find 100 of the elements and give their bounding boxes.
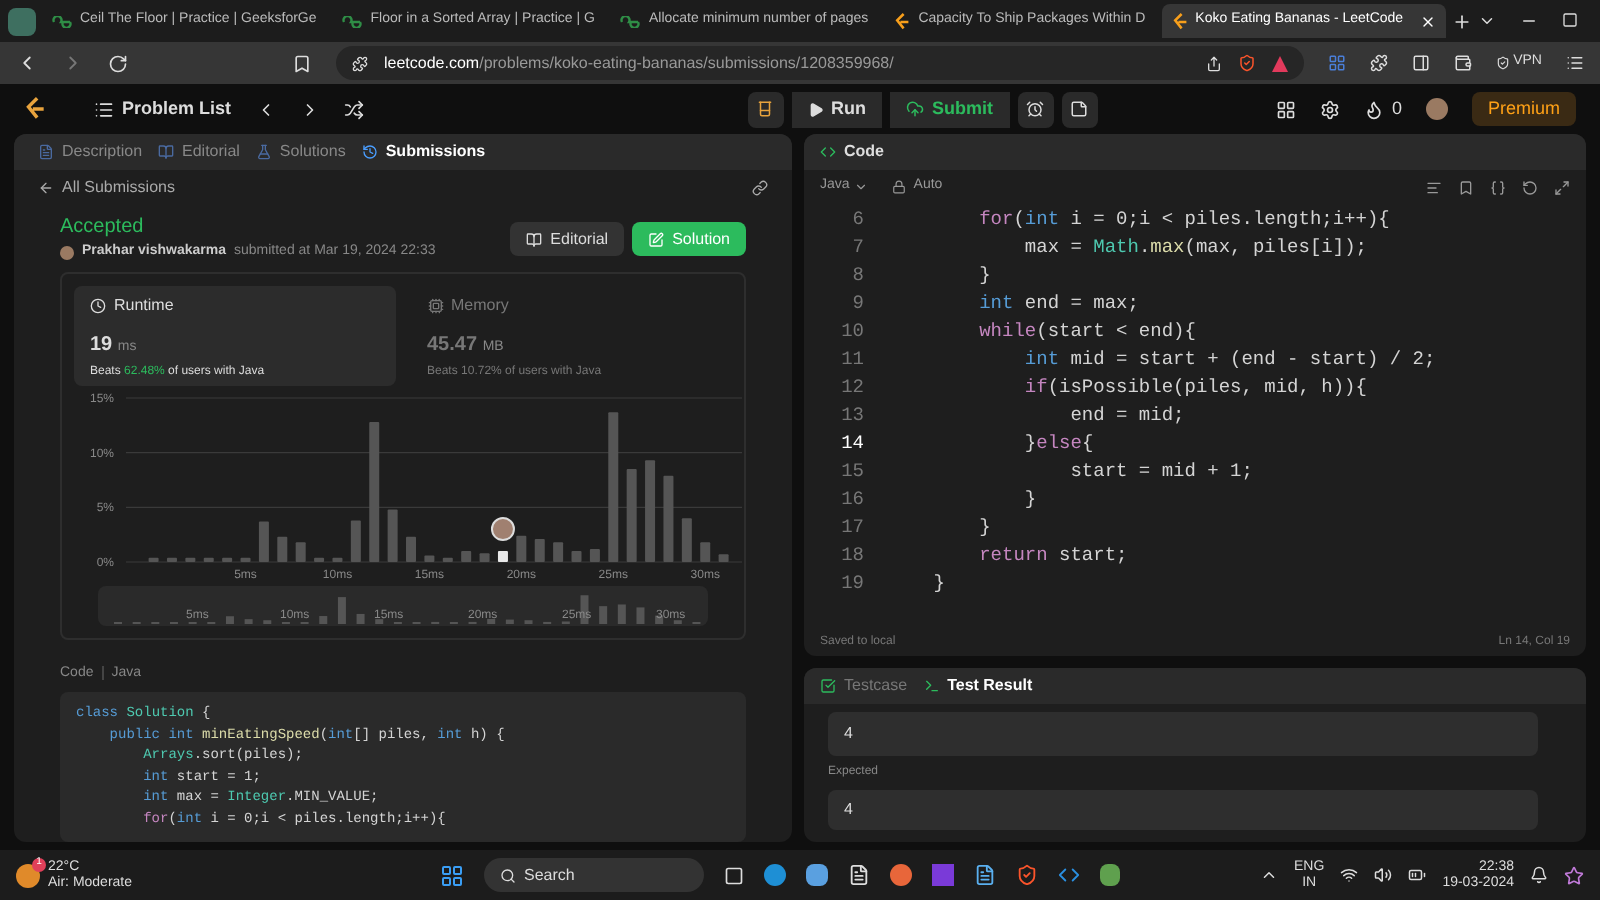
clock-icon	[90, 297, 106, 313]
lock-icon	[891, 180, 906, 194]
shuffle-icon[interactable]	[343, 99, 364, 119]
shield-icon[interactable]	[1237, 54, 1256, 72]
panel-tab[interactable]: Solutions	[255, 140, 346, 164]
menu-icon[interactable]	[1566, 54, 1584, 72]
premium-button[interactable]: Premium	[1471, 92, 1576, 126]
output-value: 4	[828, 712, 1538, 756]
new-tab-icon[interactable]	[1451, 11, 1472, 31]
back-arrow-icon[interactable]	[38, 179, 54, 195]
bar	[240, 556, 251, 561]
code-line: }	[977, 262, 991, 290]
bar	[406, 535, 416, 561]
sidebar-toggle-icon[interactable]	[8, 7, 36, 35]
extension-icon[interactable]	[1327, 54, 1346, 72]
book-icon	[526, 231, 543, 247]
streak-counter[interactable]: 0	[1363, 95, 1402, 123]
history-icon	[361, 144, 378, 160]
flask-icon	[255, 144, 272, 160]
code-line: int end = max;	[977, 290, 1139, 318]
fullscreen-icon[interactable]	[1554, 179, 1570, 195]
panel-tab[interactable]: Description	[38, 140, 143, 164]
shield-icon	[1495, 56, 1510, 70]
sidebar-icon[interactable]	[1411, 54, 1430, 72]
edit-icon	[648, 231, 665, 247]
bookmark-icon[interactable]	[1458, 179, 1474, 195]
bar	[589, 547, 600, 561]
wifi-icon[interactable]	[1340, 866, 1359, 884]
code-line: }	[931, 570, 946, 598]
code-line: }else{	[1022, 430, 1094, 458]
code-line: end = mid;	[1068, 402, 1185, 430]
submit-button[interactable]: Submit	[890, 91, 1010, 127]
beaker-icon	[756, 100, 775, 118]
debug-button[interactable]	[747, 91, 784, 127]
braces-icon[interactable]	[1490, 179, 1506, 195]
chevron-down-icon	[853, 180, 868, 194]
bar	[350, 519, 361, 561]
battery-icon[interactable]	[1408, 866, 1427, 884]
bar	[166, 556, 177, 561]
notes-button[interactable]	[1061, 91, 1098, 127]
bar	[626, 468, 637, 561]
tray-expand-icon[interactable]	[1260, 866, 1279, 884]
link-icon[interactable]	[752, 179, 768, 195]
reset-icon[interactable]	[1522, 179, 1538, 195]
reload-icon[interactable]	[108, 53, 128, 73]
triangle-icon[interactable]	[1271, 55, 1288, 71]
problem-list-link[interactable]: Problem List	[94, 95, 232, 123]
line-number: 12	[839, 374, 866, 402]
panel-tab[interactable]: Submissions	[361, 140, 486, 164]
bar	[663, 474, 674, 561]
all-submissions-link[interactable]: All Submissions	[62, 175, 175, 199]
wallet-icon[interactable]	[1453, 54, 1472, 72]
line-number: 17	[839, 514, 866, 542]
tab-list-icon[interactable]	[1477, 12, 1496, 30]
editorial-button[interactable]: Editorial	[510, 222, 625, 256]
search-field[interactable]: Search	[484, 858, 704, 892]
timer-button[interactable]	[1017, 91, 1054, 127]
bar	[203, 556, 214, 561]
bar	[258, 520, 269, 561]
document-icon	[38, 144, 54, 160]
panel-tab[interactable]: Test Result	[923, 674, 1033, 698]
run-button[interactable]: Run	[791, 91, 883, 127]
tab-favicon-icon	[342, 15, 363, 27]
panel-tab[interactable]: Editorial	[158, 140, 240, 164]
bar	[571, 550, 582, 561]
bar	[479, 552, 490, 561]
layout-icon[interactable]	[1275, 99, 1296, 119]
share-icon[interactable]	[1205, 55, 1222, 71]
bar	[369, 421, 380, 561]
cloud-upload-icon	[906, 100, 925, 118]
address-field[interactable]: leetcode.com/problems/koko-eating-bananas/submissions/1208359968/	[336, 46, 1304, 80]
bar	[534, 538, 545, 561]
volume-icon[interactable]	[1374, 866, 1393, 884]
document-icon[interactable]	[974, 864, 996, 886]
expected-value: 4	[828, 790, 1538, 830]
chip-icon	[427, 297, 443, 313]
bar	[442, 556, 453, 561]
line-number: 16	[839, 486, 866, 514]
line-number: 14	[839, 430, 866, 458]
settings-icon[interactable]	[1319, 99, 1340, 119]
stat-title: Memory	[451, 293, 509, 317]
notepad-icon[interactable]	[848, 864, 870, 886]
close-tab-icon[interactable]	[1419, 13, 1436, 29]
extensions-icon[interactable]	[1369, 54, 1388, 72]
logo-icon[interactable]	[24, 96, 46, 122]
line-number: 7	[850, 234, 866, 262]
avatar[interactable]	[1425, 98, 1448, 120]
bar	[185, 556, 196, 561]
bar	[277, 535, 288, 561]
tab-favicon-icon	[1171, 11, 1188, 31]
bar	[387, 508, 398, 561]
bar	[295, 541, 306, 561]
maximize-icon[interactable]	[1561, 12, 1578, 28]
notifications-icon[interactable]	[1530, 866, 1548, 884]
terminal-icon	[923, 678, 940, 694]
stat-title: Runtime	[114, 293, 174, 317]
task-view-icon[interactable]	[724, 865, 744, 885]
format-icon[interactable]	[1426, 179, 1442, 195]
code-line: for(int i = 0;i < piles.length;i++){	[977, 206, 1390, 234]
alarm-clock-icon	[1026, 100, 1045, 118]
